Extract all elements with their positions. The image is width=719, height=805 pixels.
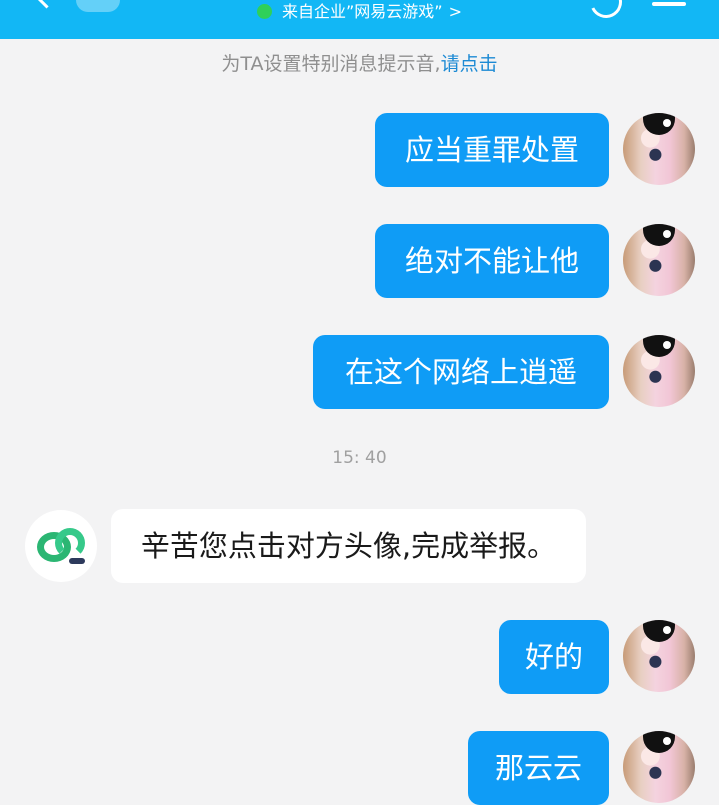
my-avatar[interactable] — [623, 113, 695, 185]
contact-avatar[interactable] — [25, 510, 97, 582]
message-timestamp: 15: 40 — [332, 448, 387, 468]
cloud-logo-arc — [55, 528, 85, 558]
my-avatar[interactable] — [623, 731, 695, 803]
message-bubble-sent[interactable]: 绝对不能让他 — [375, 224, 609, 298]
status-dot-icon — [257, 4, 272, 19]
message-bubble-sent[interactable]: 应当重罪处置 — [375, 113, 609, 187]
hint-text: 为TA设置特别消息提示音, — [221, 53, 441, 75]
subtitle-text: 来自企业”网易云游戏” — [282, 2, 443, 21]
notification-sound-hint: 为TA设置特别消息提示音,请点击 — [0, 50, 719, 78]
hint-link[interactable]: 请点击 — [441, 53, 498, 75]
my-avatar[interactable] — [623, 224, 695, 296]
message-bubble-sent[interactable]: 好的 — [499, 620, 609, 694]
message-bubble-sent[interactable]: 在这个网络上逍遥 — [313, 335, 609, 409]
my-avatar[interactable] — [623, 335, 695, 407]
my-avatar[interactable] — [623, 620, 695, 692]
chevron-right-icon: > — [448, 2, 462, 21]
logo-dots — [69, 558, 85, 564]
menu-icon[interactable] — [652, 2, 686, 6]
message-bubble-sent[interactable]: 那云云 — [468, 731, 609, 805]
message-bubble-received[interactable]: 辛苦您点击对方头像,完成举报。 — [111, 509, 586, 583]
chat-header: 来自企业”网易云游戏” > — [0, 0, 719, 39]
